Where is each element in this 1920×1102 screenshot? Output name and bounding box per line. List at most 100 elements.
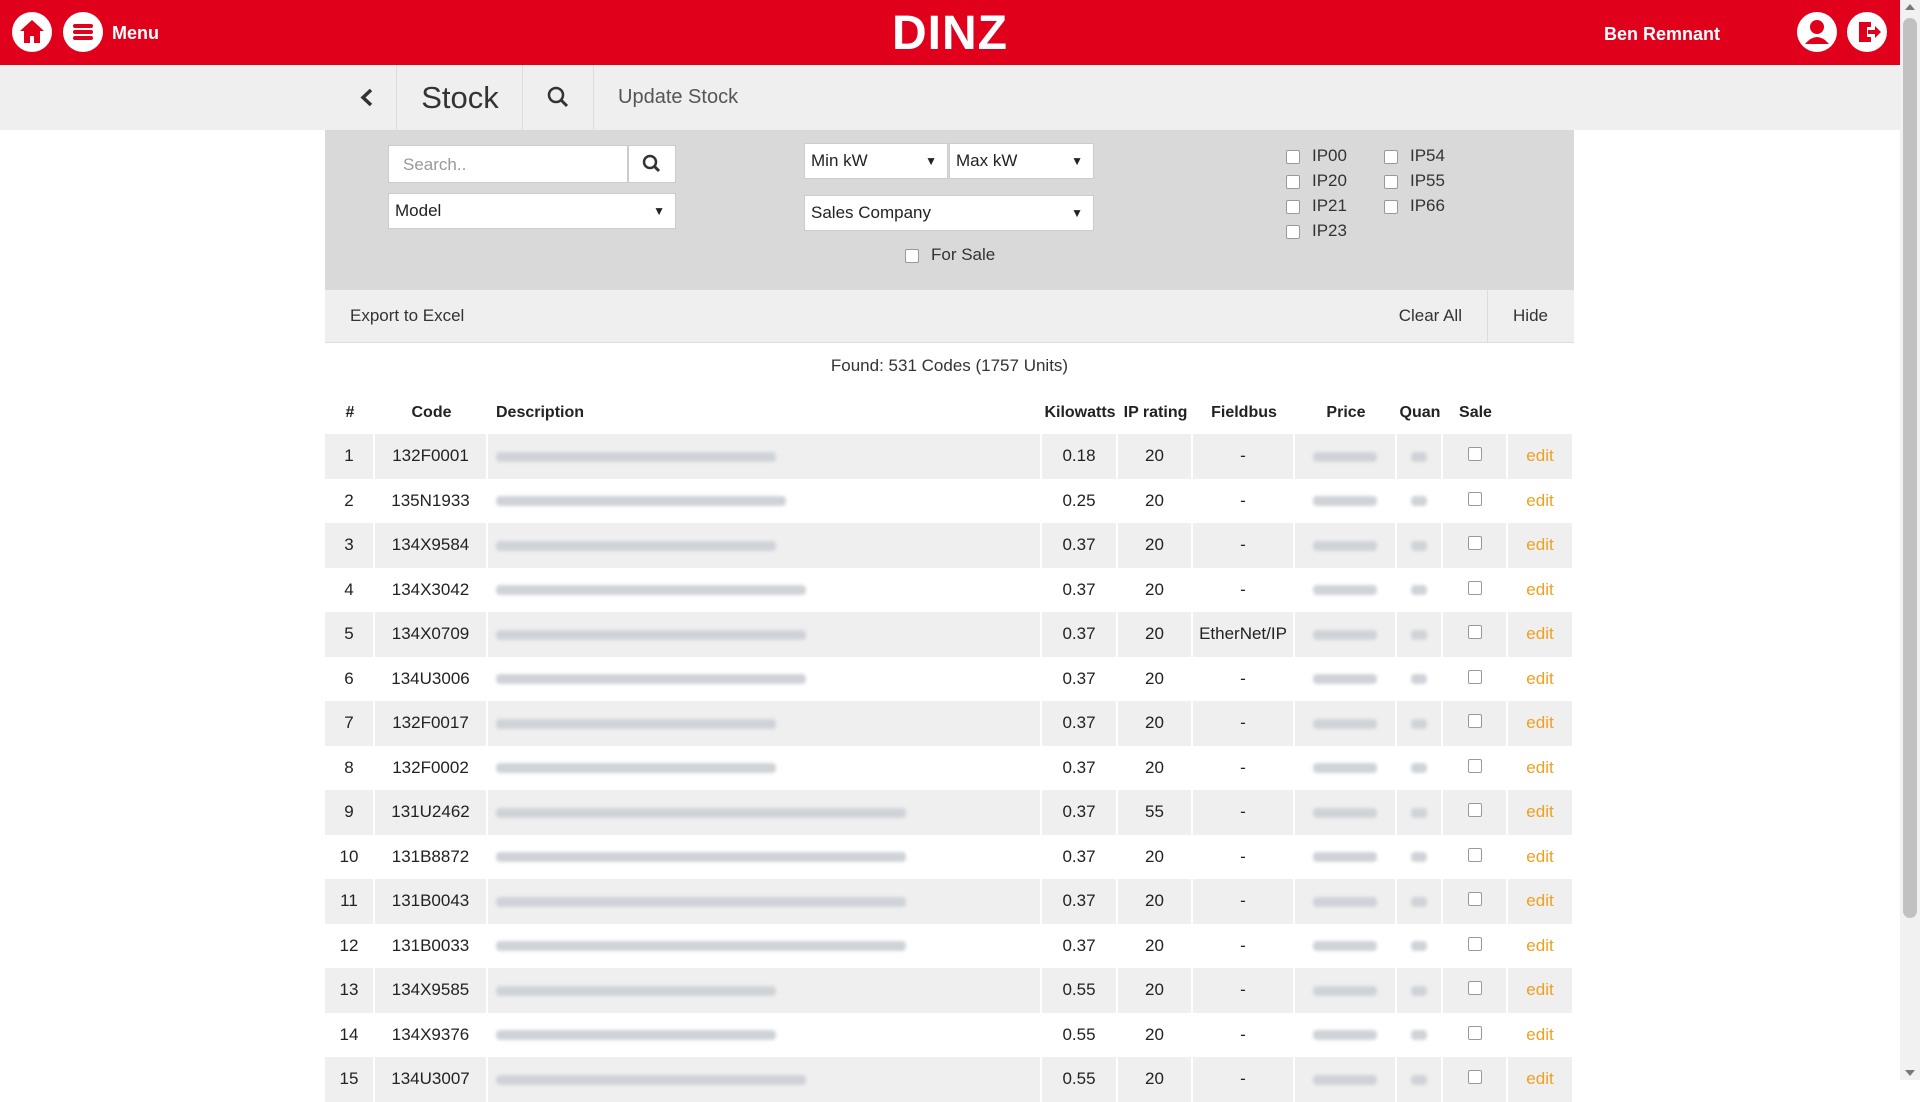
col-header-code[interactable]: Code xyxy=(375,392,488,434)
min-kw-select[interactable]: Min kW ▼ xyxy=(804,143,948,179)
edit-link[interactable]: edit xyxy=(1526,891,1553,910)
for-sale-checkbox[interactable]: For Sale xyxy=(905,245,995,265)
table-row[interactable]: 12 131B0033 0.37 20- edit xyxy=(325,923,1574,968)
edit-link[interactable]: edit xyxy=(1526,669,1553,688)
sale-checkbox[interactable] xyxy=(1467,981,1482,996)
col-header-fieldbus[interactable]: Fieldbus xyxy=(1193,392,1295,434)
max-kw-select[interactable]: Max kW ▼ xyxy=(949,143,1094,179)
ip00-checkbox[interactable]: IP00 xyxy=(1286,146,1347,166)
col-header-ip-rating[interactable]: IP rating xyxy=(1118,392,1193,434)
checkbox[interactable] xyxy=(1286,174,1300,189)
back-icon[interactable] xyxy=(338,65,397,130)
row-num: 3 xyxy=(325,523,375,568)
table-row[interactable]: 8 132F0002 0.37 20- edit xyxy=(325,745,1574,790)
hide-button[interactable]: Hide xyxy=(1513,290,1548,342)
col-header-price[interactable]: Price xyxy=(1295,392,1397,434)
scroll-down-icon[interactable] xyxy=(1905,1070,1915,1076)
scrollbar[interactable] xyxy=(1900,0,1920,1080)
scroll-up-icon[interactable] xyxy=(1905,4,1915,10)
table-row[interactable]: 11 131B0043 0.37 20- edit xyxy=(325,879,1574,924)
clear-all-button[interactable]: Clear All xyxy=(1399,290,1462,342)
table-row[interactable]: 6 134U3006 0.37 20- edit xyxy=(325,656,1574,701)
edit-link[interactable]: edit xyxy=(1526,446,1553,465)
ip21-checkbox[interactable]: IP21 xyxy=(1286,196,1347,216)
row-ip-rating: 20 xyxy=(1118,434,1193,479)
edit-link[interactable]: edit xyxy=(1526,624,1553,643)
checkbox[interactable] xyxy=(905,248,919,263)
row-ip-rating: 20 xyxy=(1118,834,1193,879)
sale-checkbox[interactable] xyxy=(1467,892,1482,907)
row-quantity xyxy=(1397,1012,1443,1057)
row-kilowatts: 0.37 xyxy=(1042,790,1118,835)
sale-checkbox[interactable] xyxy=(1467,847,1482,862)
edit-link[interactable]: edit xyxy=(1526,1025,1553,1044)
sale-checkbox[interactable] xyxy=(1467,1025,1482,1040)
search-button[interactable] xyxy=(628,145,676,183)
logout-icon[interactable] xyxy=(1847,12,1887,52)
table-row[interactable]: 10 131B8872 0.37 20- edit xyxy=(325,834,1574,879)
export-to-excel-button[interactable]: Export to Excel xyxy=(350,290,464,342)
sale-checkbox[interactable] xyxy=(1467,447,1482,462)
checkbox[interactable] xyxy=(1384,149,1398,164)
sale-checkbox[interactable] xyxy=(1467,803,1482,818)
ip66-checkbox[interactable]: IP66 xyxy=(1384,196,1445,216)
ip55-checkbox[interactable]: IP55 xyxy=(1384,171,1445,191)
row-kilowatts: 0.37 xyxy=(1042,612,1118,657)
search-icon[interactable] xyxy=(523,65,594,130)
col-header-description[interactable]: Description xyxy=(488,392,1042,434)
ip20-checkbox[interactable]: IP20 xyxy=(1286,171,1347,191)
table-row[interactable]: 13 134X9585 0.55 20- edit xyxy=(325,968,1574,1013)
checkbox[interactable] xyxy=(1286,224,1300,239)
checkbox[interactable] xyxy=(1384,174,1398,189)
scrollbar-thumb[interactable] xyxy=(1903,18,1917,918)
edit-link[interactable]: edit xyxy=(1526,847,1553,866)
table-row[interactable]: 7 132F0017 0.37 20- edit xyxy=(325,701,1574,746)
table-row[interactable]: 2 135N1933 0.25 20- edit xyxy=(325,478,1574,523)
edit-link[interactable]: edit xyxy=(1526,758,1553,777)
edit-link[interactable]: edit xyxy=(1526,580,1553,599)
user-icon[interactable] xyxy=(1797,12,1837,52)
sale-checkbox[interactable] xyxy=(1467,625,1482,640)
sale-checkbox[interactable] xyxy=(1467,758,1482,773)
table-row[interactable]: 14 134X9376 0.55 20- edit xyxy=(325,1012,1574,1057)
search-input[interactable]: Search.. xyxy=(388,145,628,183)
table-row[interactable]: 4 134X3042 0.37 20- edit xyxy=(325,567,1574,612)
checkbox[interactable] xyxy=(1286,149,1300,164)
checkbox[interactable] xyxy=(1286,199,1300,214)
row-num: 9 xyxy=(325,790,375,835)
edit-link[interactable]: edit xyxy=(1526,491,1553,510)
sale-checkbox[interactable] xyxy=(1467,714,1482,729)
edit-link[interactable]: edit xyxy=(1526,936,1553,955)
sale-checkbox[interactable] xyxy=(1467,580,1482,595)
edit-link[interactable]: edit xyxy=(1526,1069,1553,1088)
table-row[interactable]: 15 134U3007 0.55 20- edit xyxy=(325,1057,1574,1102)
edit-link[interactable]: edit xyxy=(1526,802,1553,821)
sales-company-select[interactable]: Sales Company ▼ xyxy=(804,195,1094,231)
col-header-num[interactable]: # xyxy=(325,392,375,434)
table-row[interactable]: 9 131U2462 0.37 55- edit xyxy=(325,790,1574,835)
sale-checkbox[interactable] xyxy=(1467,536,1482,551)
ip23-checkbox[interactable]: IP23 xyxy=(1286,221,1347,241)
table-row[interactable]: 5 134X0709 0.37 20 EtherNet/IP edit xyxy=(325,612,1574,657)
col-header-kilowatts[interactable]: Kilowatts xyxy=(1042,392,1118,434)
model-select[interactable]: Model ▼ xyxy=(388,193,676,229)
edit-link[interactable]: edit xyxy=(1526,713,1553,732)
col-header-sale[interactable]: Sale xyxy=(1443,392,1508,434)
col-header-quantity[interactable]: Quan xyxy=(1397,392,1443,434)
sale-checkbox[interactable] xyxy=(1467,491,1482,506)
table-row[interactable]: 1 132F0001 0.18 20- edit xyxy=(325,434,1574,479)
edit-link[interactable]: edit xyxy=(1526,980,1553,999)
row-price xyxy=(1295,523,1397,568)
redacted-quantity xyxy=(1411,674,1427,685)
update-stock-link[interactable]: Update Stock xyxy=(618,65,738,130)
ip54-checkbox[interactable]: IP54 xyxy=(1384,146,1445,166)
table-header-row: # Code Description Kilowatts IP rating F… xyxy=(325,392,1574,434)
table-row[interactable]: 3 134X9584 0.37 20- edit xyxy=(325,523,1574,568)
row-fieldbus: - xyxy=(1193,567,1295,612)
sale-checkbox[interactable] xyxy=(1467,936,1482,951)
checkbox[interactable] xyxy=(1384,199,1398,214)
sale-checkbox[interactable] xyxy=(1467,669,1482,684)
sale-checkbox[interactable] xyxy=(1467,1070,1482,1085)
edit-link[interactable]: edit xyxy=(1526,535,1553,554)
user-name[interactable]: Ben Remnant xyxy=(1604,24,1720,45)
